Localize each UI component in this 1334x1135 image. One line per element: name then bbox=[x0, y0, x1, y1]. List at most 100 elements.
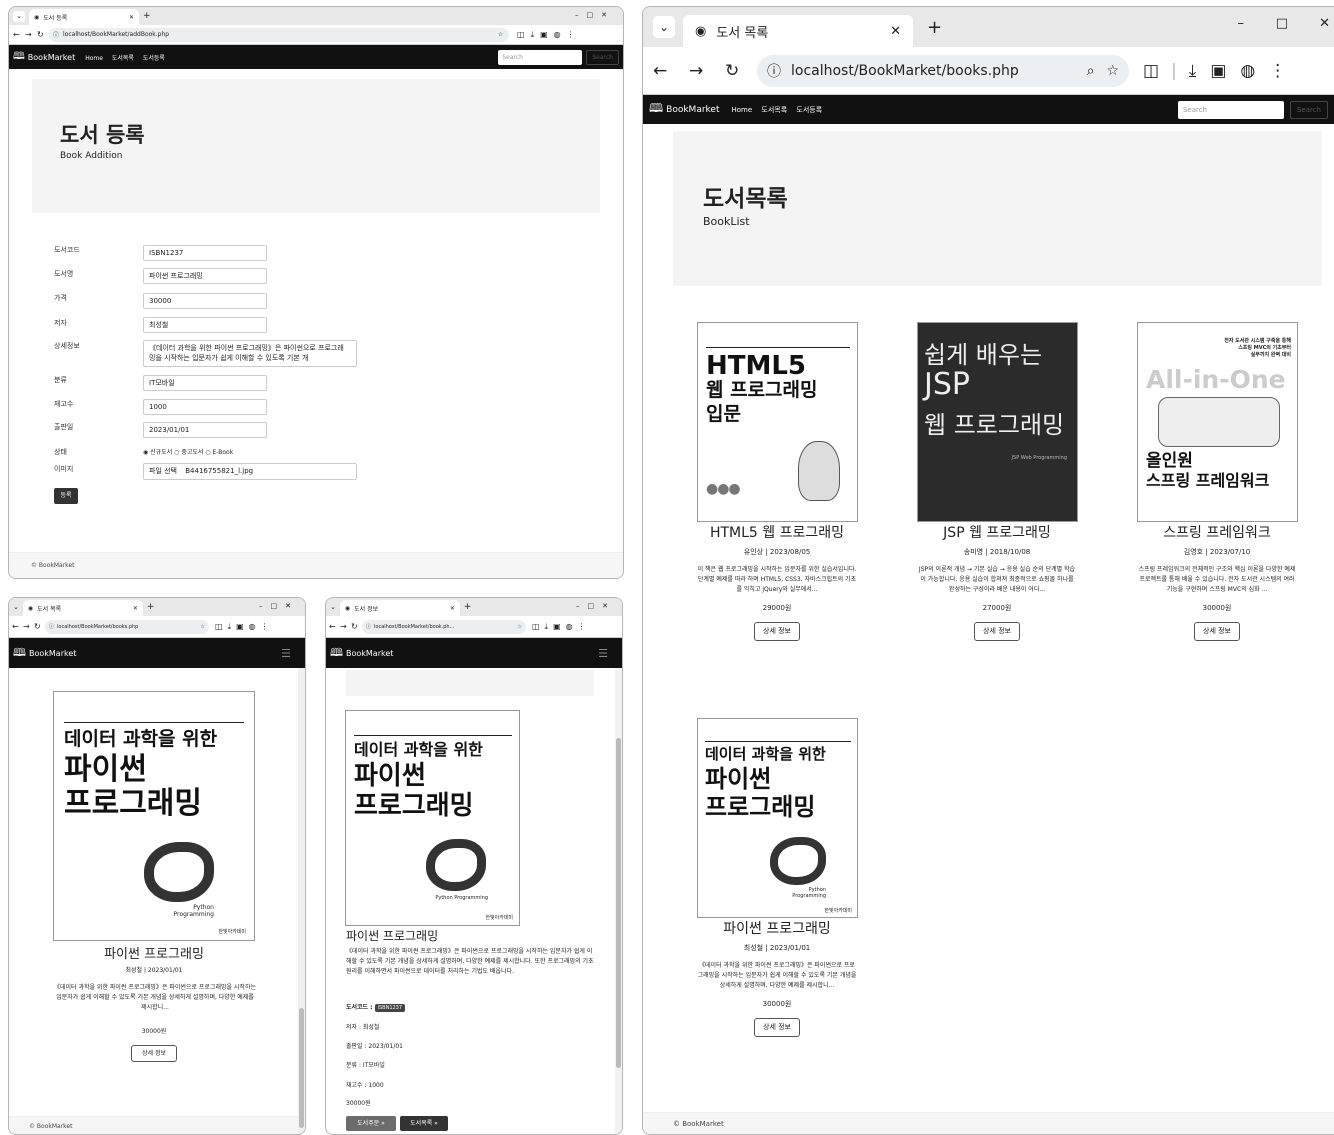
toolbar-icons[interactable]: ◫⤓▣◍⋮ bbox=[532, 622, 591, 632]
hamburger-menu-icon[interactable]: ☰ bbox=[598, 647, 608, 660]
bookmark-star-icon[interactable]: ☆ bbox=[1106, 63, 1119, 79]
site-info-icon[interactable]: ⓘ bbox=[366, 623, 371, 630]
close-tab-icon[interactable]: ✕ bbox=[450, 605, 455, 612]
nav-links: Home 도서목록 도서등록 bbox=[732, 105, 830, 115]
reload-icon[interactable]: ↻ bbox=[34, 622, 45, 631]
detail-button[interactable]: 상세 정보 bbox=[754, 1018, 800, 1037]
new-tab-button[interactable]: + bbox=[464, 602, 472, 612]
url-field[interactable]: ⓘ localhost/BookMarket/addBook.php ☆ bbox=[49, 27, 509, 42]
category-field[interactable]: IT모바일 bbox=[143, 375, 267, 391]
nav-book-list[interactable]: 도서목록 bbox=[761, 106, 787, 114]
bookmark-star-icon[interactable]: ☆ bbox=[201, 624, 205, 630]
nav-add-book[interactable]: 도서등록 bbox=[143, 55, 165, 62]
brand-link[interactable]: BookMarket bbox=[28, 53, 75, 62]
file-select-button[interactable]: 파일 선택 bbox=[149, 467, 177, 475]
tab-list-button[interactable]: ⌄ bbox=[653, 16, 675, 38]
submit-button[interactable]: 등록 bbox=[54, 488, 78, 504]
radio-new[interactable]: ◉ 신규도서 bbox=[143, 449, 172, 456]
site-info-icon[interactable]: ⓘ bbox=[49, 623, 54, 630]
scrollbar-thumb[interactable] bbox=[299, 1008, 304, 1128]
nav-add-book[interactable]: 도서등록 bbox=[796, 106, 822, 114]
search-button[interactable]: Search bbox=[1289, 100, 1328, 119]
back-icon[interactable]: ← bbox=[13, 30, 25, 39]
radio-ebook[interactable]: ○ E-Book bbox=[205, 449, 233, 456]
tab-list-button[interactable]: ⌄ bbox=[13, 10, 25, 22]
release-date-field[interactable]: 2023/01/01 bbox=[143, 422, 267, 438]
forward-icon[interactable]: → bbox=[23, 622, 34, 631]
back-icon[interactable]: ← bbox=[653, 61, 689, 81]
bookmark-star-icon[interactable]: ☆ bbox=[498, 31, 503, 38]
menu-icon[interactable]: ⋮ bbox=[1269, 61, 1286, 81]
brand-link[interactable]: BookMarket bbox=[29, 649, 76, 658]
new-tab-button[interactable]: + bbox=[143, 11, 151, 21]
new-tab-button[interactable]: + bbox=[927, 17, 942, 38]
image-file-input[interactable]: 파일 선택 B4416755821_l.jpg bbox=[143, 463, 357, 480]
bookmark-star-icon[interactable]: ☆ bbox=[518, 624, 522, 630]
close-tab-icon[interactable]: ✕ bbox=[890, 24, 901, 39]
close-tab-icon[interactable]: ✕ bbox=[129, 14, 134, 21]
reload-icon[interactable]: ↻ bbox=[351, 622, 362, 631]
forward-icon[interactable]: → bbox=[340, 622, 351, 631]
nav-book-list[interactable]: 도서목록 bbox=[112, 55, 134, 62]
search-input[interactable]: Search bbox=[1177, 100, 1284, 119]
description-textarea[interactable]: 《데이터 과학을 위한 파이썬 프로그래밍》은 파이썬으로 프로그래밍을 시작하… bbox=[143, 340, 357, 367]
browser-tab[interactable]: ◉ 도서 목록 ✕ bbox=[683, 15, 913, 47]
nav-home[interactable]: Home bbox=[85, 55, 103, 62]
tab-list-button[interactable]: ⌄ bbox=[13, 603, 19, 611]
cover-title-line2: 프로그래밍 bbox=[354, 791, 474, 821]
price-field[interactable]: 30000 bbox=[143, 293, 267, 309]
search-button[interactable]: Search bbox=[586, 49, 619, 65]
detail-button[interactable]: 상세 정보 bbox=[131, 1045, 177, 1062]
reload-icon[interactable]: ↻ bbox=[725, 61, 757, 81]
radio-used[interactable]: ○ 중고도서 bbox=[174, 449, 203, 456]
book-card-spring: 스프링 프레임워크 김영호 | 2023/07/10 스프링 프레임워크의 전체… bbox=[1127, 522, 1307, 641]
search-input[interactable]: Search bbox=[498, 49, 583, 65]
order-button[interactable]: 도서주문 » bbox=[346, 1116, 396, 1131]
author-field[interactable]: 최성철 bbox=[143, 317, 267, 333]
stock-field[interactable]: 1000 bbox=[143, 399, 267, 415]
toolbar-icons[interactable]: ◫⤓▣◍⋮ bbox=[517, 30, 581, 40]
name-field[interactable]: 파이썬 프로그래밍 bbox=[143, 268, 267, 284]
zoom-icon[interactable]: ⌕ bbox=[1087, 63, 1095, 79]
url-field[interactable]: ⓘ localhost/BookMarket/book.ph... ☆ bbox=[362, 619, 526, 634]
nav-home[interactable]: Home bbox=[732, 106, 753, 114]
scrollbar-thumb[interactable] bbox=[616, 738, 621, 1068]
close-window-button[interactable]: ✕ bbox=[1319, 16, 1330, 31]
url-field[interactable]: ⓘ localhost/BookMarket/books.php ⌕ ☆ bbox=[757, 54, 1129, 87]
url-field[interactable]: ⓘ localhost/BookMarket/books.php ☆ bbox=[45, 619, 209, 634]
extensions-icon[interactable]: ◫ bbox=[1143, 61, 1159, 81]
browser-tab[interactable]: ◉ 도서 등록 ✕ bbox=[29, 9, 139, 25]
hamburger-menu-icon[interactable]: ☰ bbox=[281, 647, 291, 660]
browser-tab[interactable]: ◉ 도서 정보 ✕ bbox=[339, 600, 460, 616]
list-button[interactable]: 도서목록 » bbox=[400, 1116, 448, 1131]
toolbar-icons[interactable]: ◫⤓▣◍⋮ bbox=[215, 622, 274, 632]
forward-icon[interactable]: → bbox=[689, 61, 725, 81]
minimize-button[interactable]: – bbox=[1238, 16, 1245, 31]
back-icon[interactable]: ← bbox=[12, 622, 23, 631]
close-tab-icon[interactable]: ✕ bbox=[133, 605, 138, 612]
reload-icon[interactable]: ↻ bbox=[37, 30, 49, 39]
detail-button[interactable]: 상세 정보 bbox=[974, 622, 1020, 641]
brand-link[interactable]: BookMarket bbox=[346, 649, 393, 658]
brand-link[interactable]: BookMarket bbox=[666, 105, 719, 115]
sidepanel-icon[interactable]: ▣ bbox=[1210, 61, 1226, 81]
site-info-icon[interactable]: ⓘ bbox=[767, 61, 781, 81]
book-release: 출판일 : 2023/01/01 bbox=[346, 1043, 403, 1050]
new-tab-button[interactable]: + bbox=[147, 602, 155, 612]
download-icon[interactable]: ⤓ bbox=[1189, 61, 1197, 81]
forward-icon[interactable]: → bbox=[25, 30, 37, 39]
back-icon[interactable]: ← bbox=[329, 622, 340, 631]
scrollbar[interactable] bbox=[615, 668, 622, 1134]
tab-list-button[interactable]: ⌄ bbox=[330, 603, 336, 611]
browser-tab[interactable]: ◉ 도서 목록 ✕ bbox=[22, 600, 143, 616]
scrollbar[interactable] bbox=[298, 668, 305, 1134]
maximize-button[interactable]: □ bbox=[1276, 16, 1288, 31]
address-bar: ← → ↻ ⓘ localhost/BookMarket/books.php ⌕… bbox=[643, 47, 1334, 95]
book-id-field[interactable]: ISBN1237 bbox=[143, 245, 267, 261]
profile-icon[interactable]: ◍ bbox=[1240, 61, 1255, 81]
footer: © BookMarket bbox=[9, 552, 623, 578]
detail-button[interactable]: 상세 정보 bbox=[1194, 622, 1240, 641]
cover-title-line3: 입문 bbox=[706, 403, 741, 425]
detail-button[interactable]: 상세 정보 bbox=[754, 622, 800, 641]
site-info-icon[interactable]: ⓘ bbox=[53, 30, 59, 39]
